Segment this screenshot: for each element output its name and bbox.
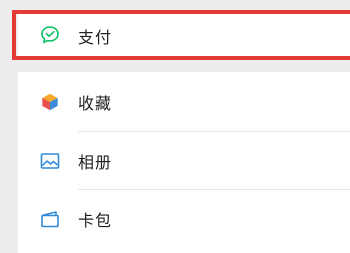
favorites-cube-icon: [39, 91, 61, 113]
card-wallet-icon: [39, 208, 61, 230]
list-item-album[interactable]: 相册: [18, 132, 350, 190]
payment-label: 支付: [78, 28, 113, 47]
payment-row[interactable]: 支付: [18, 10, 350, 60]
album-label: 相册: [78, 153, 113, 172]
services-group: 收藏 相册 卡包: [18, 72, 350, 253]
me-page-menu: 支付 收藏 相册 卡包: [0, 0, 350, 253]
payment-group: 支付: [18, 10, 350, 60]
album-picture-icon: [39, 150, 61, 172]
list-item-favorites[interactable]: 收藏: [18, 72, 350, 132]
list-item-cards[interactable]: 卡包: [18, 190, 350, 248]
favorites-label: 收藏: [78, 94, 113, 113]
cards-label: 卡包: [78, 211, 113, 230]
payment-check-icon: [39, 24, 61, 46]
